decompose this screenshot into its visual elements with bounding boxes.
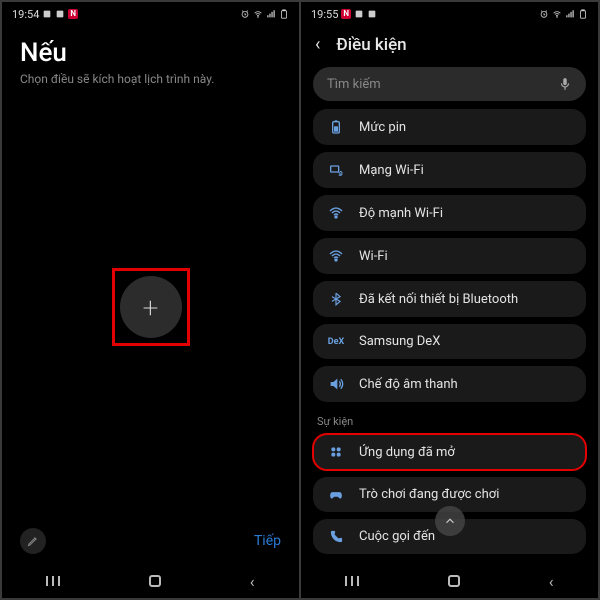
notification-icon [55, 9, 65, 19]
nav-back[interactable]: ‹ [549, 572, 554, 591]
status-bar: 19:54 N [2, 2, 299, 24]
wifi-net-icon [327, 162, 345, 178]
chevron-up-icon [443, 514, 457, 528]
condition-label: Samsung DeX [359, 334, 440, 349]
notification-icon [354, 9, 364, 19]
signal-icon [266, 9, 276, 19]
search-input[interactable]: Tìm kiếm [313, 67, 586, 101]
condition-item[interactable]: Mức pin [313, 109, 586, 145]
wifi-icon [253, 9, 263, 19]
condition-label: Chế độ âm thanh [359, 377, 458, 392]
call-icon [327, 529, 345, 544]
wifi-icon [327, 248, 345, 264]
condition-label: Wi-Fi [359, 249, 388, 264]
condition-item[interactable]: Độ mạnh Wi-Fi [313, 195, 586, 231]
bluetooth-icon [327, 291, 345, 307]
screen-if: 19:54 N Nếu Chọn điều sẽ kích hoạt lịch … [2, 2, 299, 598]
battery-icon [578, 9, 588, 19]
footer-bar: Tiếp [2, 518, 299, 564]
condition-item[interactable]: Ứng dụng đã mở [313, 434, 586, 470]
empty-body: + [2, 96, 299, 518]
nav-back[interactable]: ‹ [250, 572, 255, 591]
condition-label: Mạng Wi-Fi [359, 163, 424, 178]
add-condition-button[interactable]: + [120, 276, 182, 338]
wifi-strength-icon [327, 205, 345, 221]
condition-item[interactable]: Wi-Fi [313, 238, 586, 274]
condition-label: Cuộc gọi đến [359, 529, 435, 544]
status-time: 19:54 [12, 8, 39, 21]
nav-recent[interactable] [46, 576, 60, 586]
search-placeholder: Tìm kiếm [327, 77, 381, 92]
condition-label: Trò chơi đang được chơi [359, 487, 499, 502]
condition-item[interactable]: DeX Samsung DeX [313, 324, 586, 359]
signal-icon [565, 9, 575, 19]
mic-icon[interactable] [558, 77, 572, 91]
header-title: Điều kiện [336, 35, 406, 55]
edit-button[interactable] [20, 528, 46, 554]
alarm-icon [539, 9, 549, 19]
condition-label: Đã kết nối thiết bị Bluetooth [359, 292, 518, 307]
notification-icon [367, 9, 377, 19]
app-badge-icon: N [341, 9, 351, 19]
condition-item[interactable]: Mạng Wi-Fi [313, 152, 586, 188]
scroll-top-button[interactable] [435, 506, 465, 536]
page-subtitle: Chọn điều sẽ kích hoạt lịch trình này. [2, 72, 299, 96]
alarm-icon [240, 9, 250, 19]
condition-item[interactable]: Đã kết nối thiết bị Bluetooth [313, 281, 586, 317]
pencil-icon [27, 535, 39, 547]
plus-icon: + [143, 291, 159, 324]
condition-label: Độ mạnh Wi-Fi [359, 206, 443, 221]
status-bar: 19:55 N [301, 2, 598, 24]
game-icon [327, 488, 345, 502]
next-button[interactable]: Tiếp [254, 533, 281, 549]
battery-icon [327, 119, 345, 135]
app-badge-icon: N [68, 9, 78, 19]
section-header: Sự kiện [313, 409, 586, 434]
battery-icon [279, 9, 289, 19]
condition-item[interactable]: Chế độ âm thanh [313, 366, 586, 402]
status-time: 19:55 [311, 8, 338, 21]
condition-label: Mức pin [359, 120, 406, 135]
notification-icon [42, 9, 52, 19]
page-title: Nếu [2, 24, 299, 72]
nav-home[interactable] [448, 575, 460, 587]
conditions-list[interactable]: Mức pin Mạng Wi-Fi Độ mạnh Wi-Fi Wi-Fi Đã kế… [301, 109, 598, 564]
nav-recent[interactable] [345, 576, 359, 586]
condition-label: Ứng dụng đã mở [359, 445, 455, 460]
wifi-icon [552, 9, 562, 19]
apps-icon [327, 444, 345, 460]
section-header: Thủ công [313, 561, 586, 564]
sound-icon [327, 376, 345, 392]
dex-icon: DeX [327, 337, 345, 347]
nav-bar: ‹ [2, 564, 299, 598]
back-button[interactable]: ‹ [315, 34, 320, 55]
screen-conditions: 19:55 N ‹ Điều kiện Tìm kiếm Mức pin Mạng… [301, 2, 598, 598]
nav-bar: ‹ [301, 564, 598, 598]
nav-home[interactable] [149, 575, 161, 587]
header-bar: ‹ Điều kiện [301, 24, 598, 63]
